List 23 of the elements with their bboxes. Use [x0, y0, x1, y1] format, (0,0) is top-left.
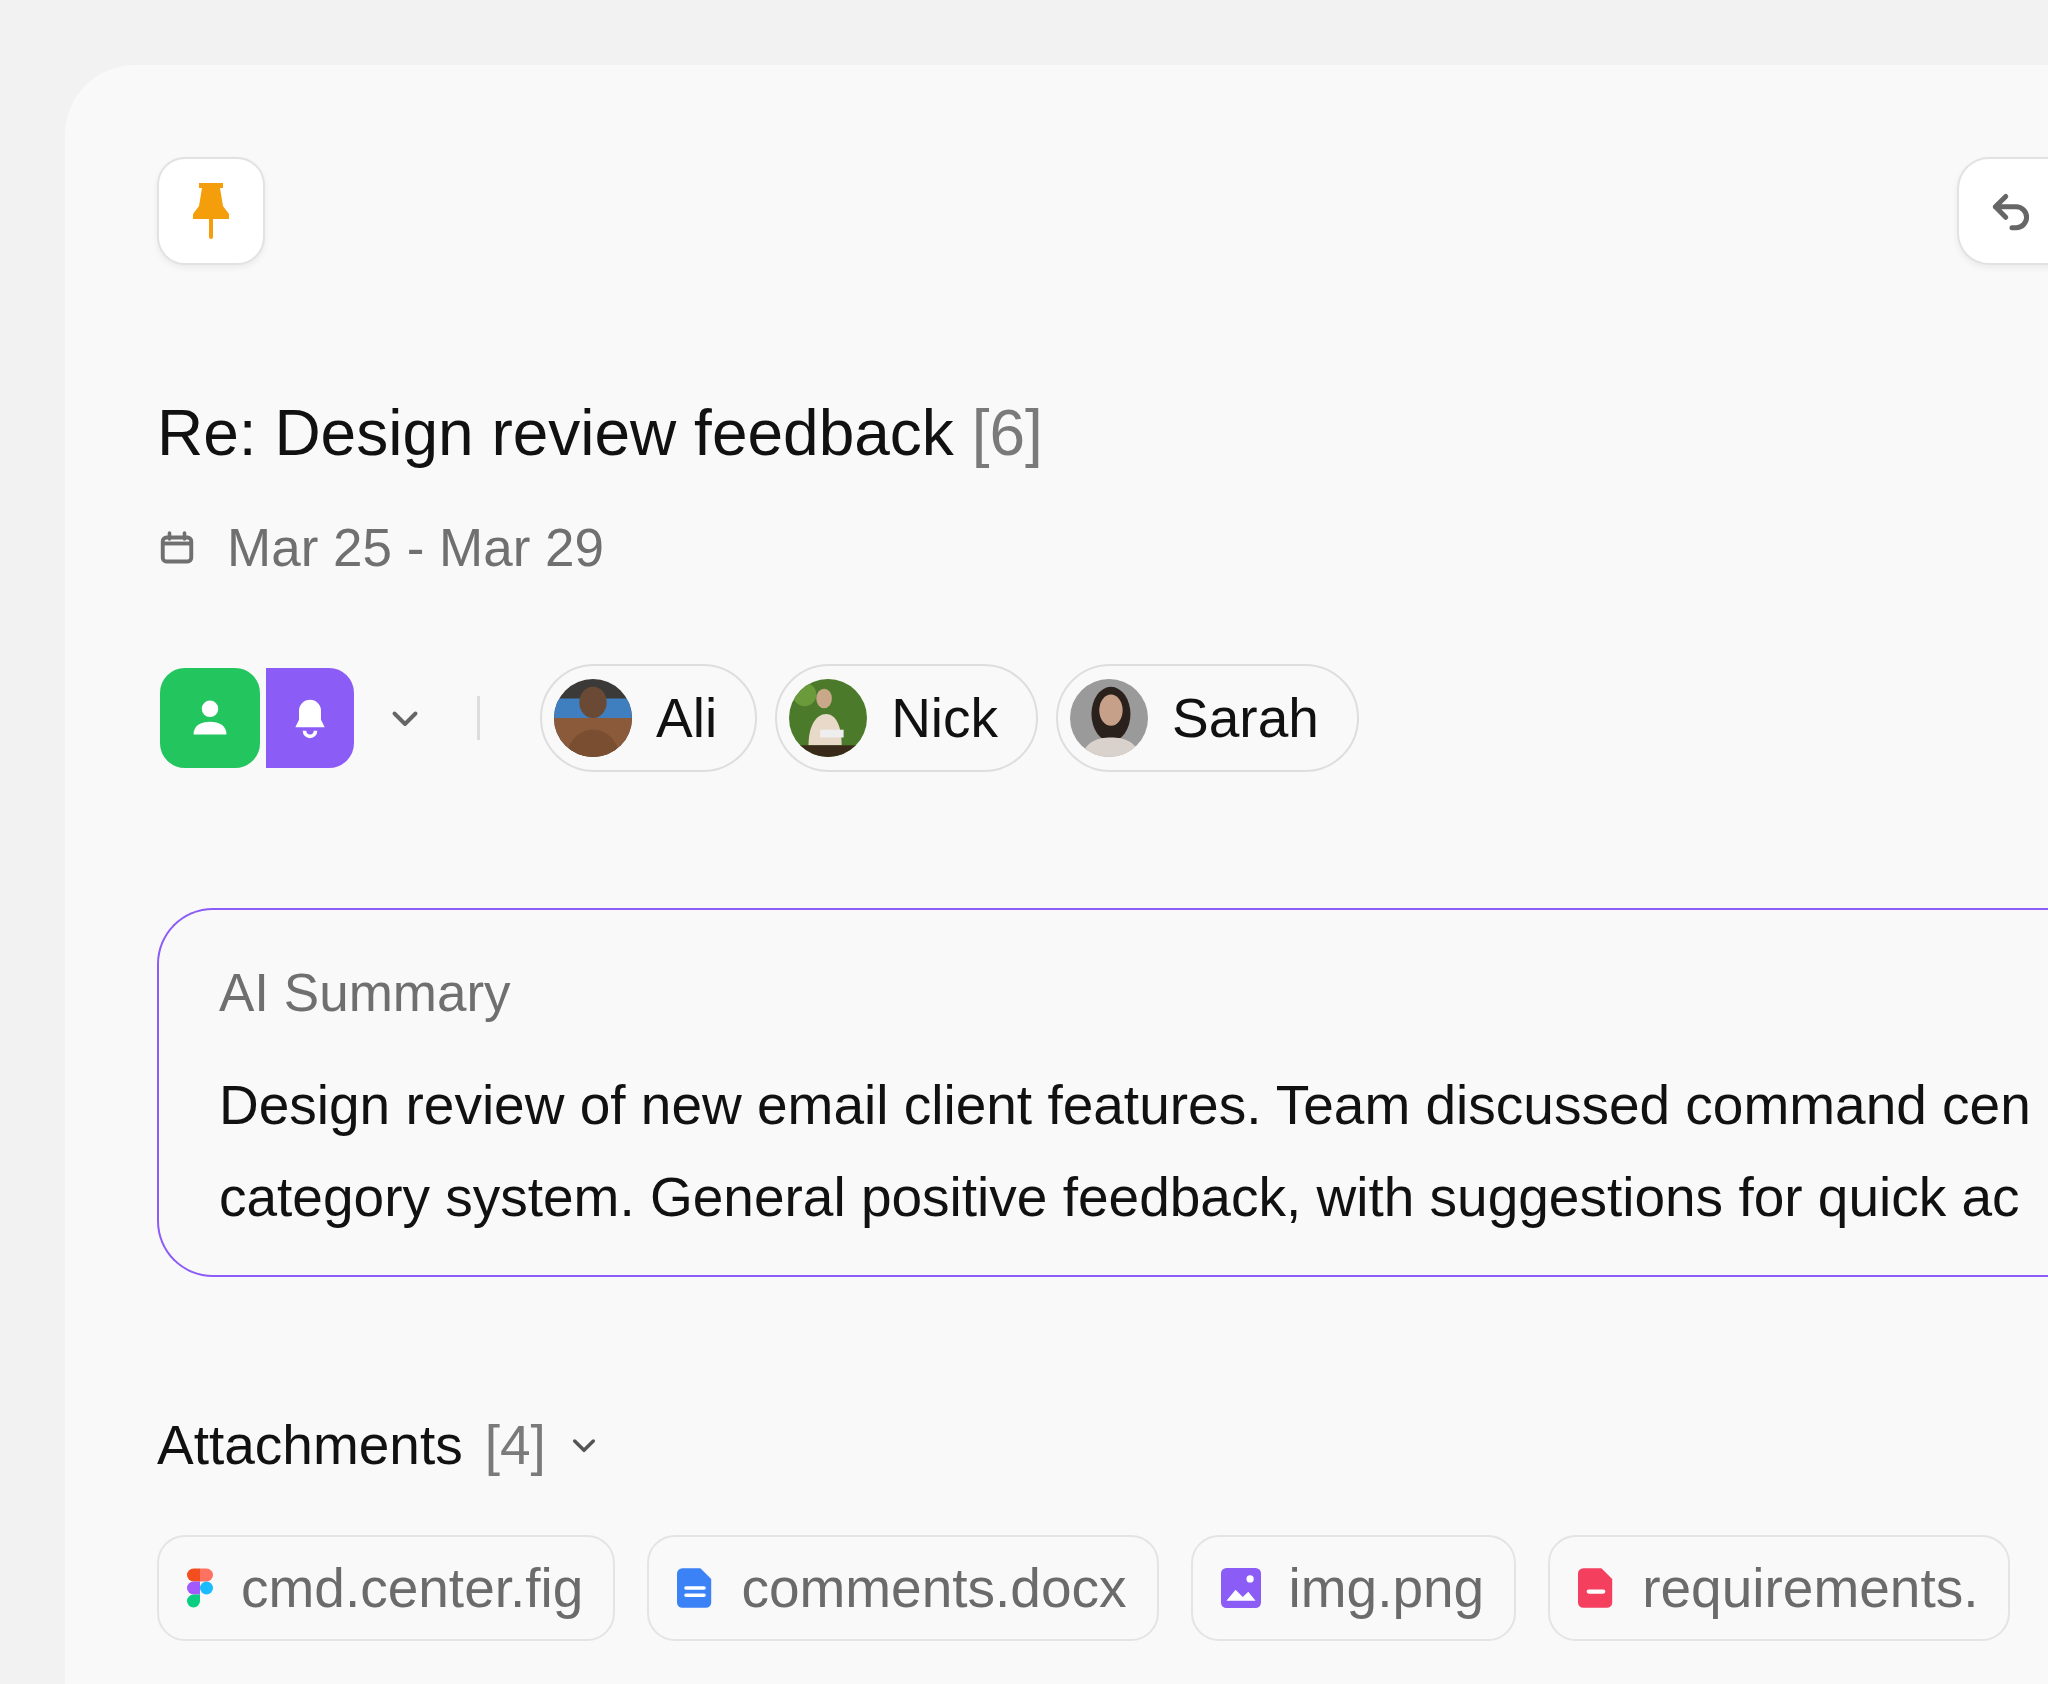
participant-chip[interactable]: Nick [775, 664, 1039, 772]
reply-button[interactable] [1957, 157, 2048, 265]
summary-title: AI Summary [219, 962, 512, 1023]
attachments-title: Attachments [157, 1413, 463, 1477]
image-file-icon [1220, 1568, 1261, 1608]
attachment-chip[interactable]: img.png [1190, 1535, 1517, 1641]
attachment-chip[interactable]: comments.docx [647, 1535, 1159, 1641]
calendar-icon [159, 529, 195, 566]
participant-chip[interactable]: Sarah [1056, 664, 1359, 772]
summary-text: category system. General positive feedback, with suggestions for quick ac [219, 1165, 2021, 1230]
attachment-count: [4] [484, 1413, 546, 1477]
attachment-chip[interactable]: requirements. [1548, 1535, 2011, 1641]
message-count: [6] [971, 397, 1043, 469]
figma-file-icon [187, 1568, 213, 1608]
date-range: Mar 25 - Mar 29 [227, 517, 604, 578]
document-icon [1578, 1568, 1615, 1608]
notification-label-button[interactable] [263, 665, 357, 771]
email-subject: Re: Design review feedback [157, 397, 954, 469]
document-icon [677, 1568, 714, 1608]
pin-icon [191, 183, 231, 239]
summary-text: Design review of new email client features. Team discussed command cen [219, 1073, 2032, 1138]
participant-chip[interactable]: Ali [540, 664, 758, 772]
attachment-chip[interactable]: cmd.center.fig [157, 1535, 616, 1641]
